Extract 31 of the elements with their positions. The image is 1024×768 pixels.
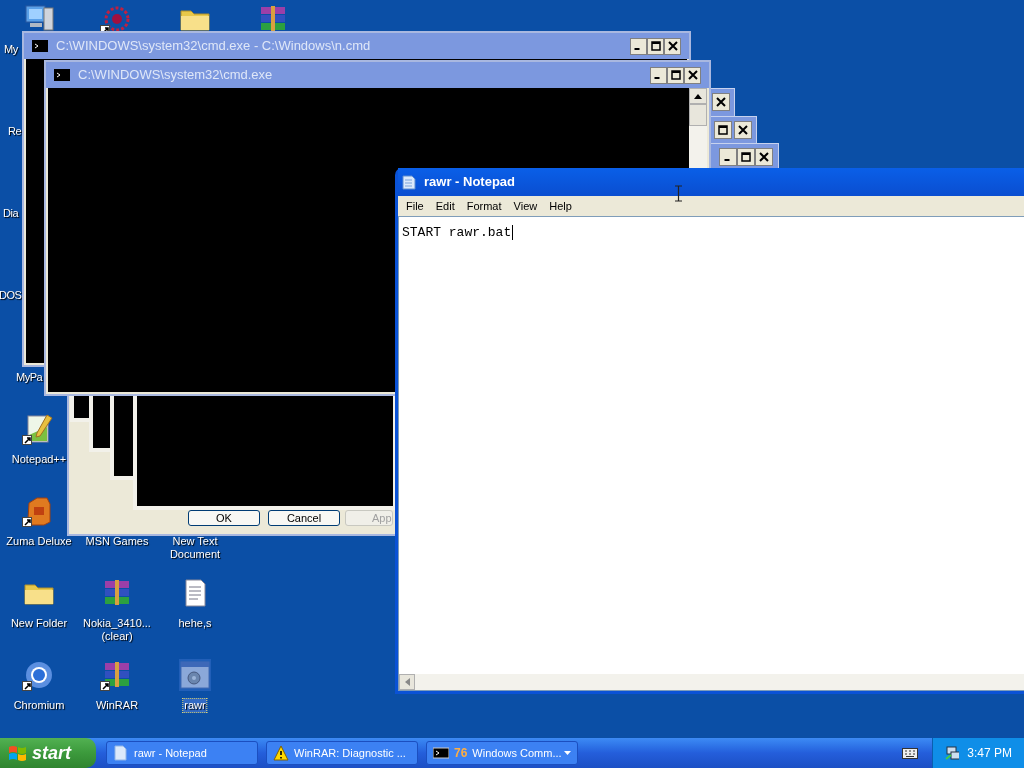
text-content[interactable]: START rawr.bat [402,225,514,240]
icon-label[interactable]: Dia [3,207,18,220]
icon-label[interactable]: My [4,43,18,56]
dialog-button[interactable]: Cancel [268,510,340,526]
window-title: C:\WINDOWS\system32\cmd.exe - C:\Windows\n.cmd [56,37,371,56]
icon-label[interactable]: Nokia_3410... (clear) [79,617,155,643]
icon-label[interactable]: hehe,s [177,617,213,630]
icon-label[interactable]: Zuma Deluxe [5,535,73,548]
window-title: C:\WINDOWS\system32\cmd.exe [78,66,273,85]
icon-label[interactable]: MSN Games [84,535,150,548]
icon-label[interactable]: MyPa [16,371,43,384]
icon-label[interactable]: New Folder [9,617,69,630]
menu-item[interactable]: Help [543,197,578,215]
icon-label[interactable]: Notepad++ [10,453,68,466]
group-count: 76 [454,745,468,762]
taskbar-button[interactable]: WinRAR: Diagnostic ... [266,741,418,765]
window-title: rawr - Notepad [424,173,515,192]
taskbar-button[interactable]: rawr - Notepad [106,741,258,765]
icon-label[interactable]: Re [8,125,22,138]
menu-item[interactable]: Format [460,197,508,215]
icon-label[interactable]: rawr [183,699,207,712]
menu-item[interactable]: Edit [429,197,461,215]
taskbar-button[interactable]: 76 Windows Comm... [426,741,578,765]
icon-label[interactable]: WinRAR [94,699,140,712]
dialog-button[interactable]: OK [188,510,260,526]
icon-label[interactable]: Chromium [12,699,66,712]
start-button[interactable]: start [0,738,96,768]
menu-item[interactable]: View [507,197,544,215]
icon-label[interactable]: New Text Document [157,535,233,561]
icon-label[interactable]: DOS [0,289,22,302]
menu-item[interactable]: File [400,197,430,215]
